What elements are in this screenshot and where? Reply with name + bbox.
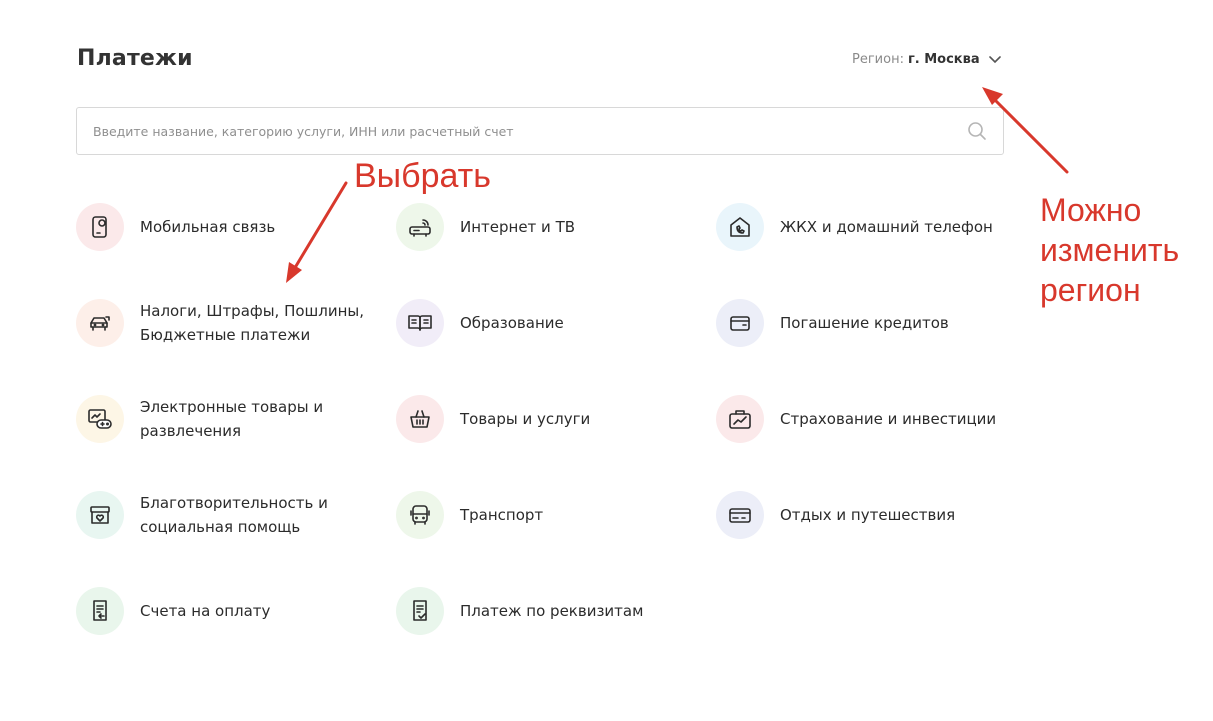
category-loans[interactable]: Погашение кредитов: [716, 299, 949, 347]
mobile-phone-icon: [76, 203, 124, 251]
category-transport[interactable]: Транспорт: [396, 491, 543, 539]
category-label: Отдых и путешествия: [780, 506, 956, 524]
category-education[interactable]: Образование: [396, 299, 564, 347]
category-housing[interactable]: ЖКХ и домашний телефон: [716, 203, 993, 251]
bill-icon: [76, 587, 124, 635]
category-label: Образование: [460, 314, 564, 332]
car-icon: [76, 299, 124, 347]
category-goods-services[interactable]: Товары и услуги: [396, 395, 590, 443]
page-title: Платежи: [77, 46, 193, 71]
house-phone-icon: [716, 203, 764, 251]
ticket-icon: [716, 491, 764, 539]
category-label: Страхование и инвестиции: [780, 410, 997, 428]
region-label: Регион:: [852, 52, 904, 67]
annotation-region-line3: регион: [1040, 272, 1141, 308]
category-travel[interactable]: Отдых и путешествия: [716, 491, 955, 539]
region-selector[interactable]: Регион: г. Москва: [852, 52, 1002, 67]
arrow-to-categories: [286, 181, 348, 283]
annotation-region-line1: Можно: [1040, 192, 1142, 228]
category-internet-tv[interactable]: Интернет и ТВ: [396, 203, 575, 251]
category-label: Погашение кредитов: [780, 314, 949, 332]
category-label: Товары и услуги: [460, 410, 591, 428]
category-digital-goods[interactable]: Электронные товары и развлечения: [76, 395, 380, 443]
category-label: Транспорт: [460, 506, 544, 524]
category-mobile[interactable]: Мобильная связь: [76, 203, 275, 251]
search-box: [76, 107, 1004, 155]
category-payment-by-details[interactable]: Платеж по реквизитам: [396, 587, 643, 635]
category-label: Благотворительность и социальная помощь: [140, 494, 328, 536]
category-label: Интернет и ТВ: [460, 218, 576, 236]
category-label: Налоги, Штрафы, Пошлины, Бюджетные плате…: [140, 302, 365, 344]
category-label: Электронные товары и развлечения: [140, 398, 324, 440]
charity-box-icon: [76, 491, 124, 539]
wallet-icon: [716, 299, 764, 347]
annotation-select: Выбрать: [354, 157, 491, 195]
chevron-down-icon: [988, 53, 1002, 67]
gamepad-icon: [76, 395, 124, 443]
search-input[interactable]: [77, 108, 957, 154]
category-label: Платеж по реквизитам: [460, 602, 644, 620]
bus-icon: [396, 491, 444, 539]
category-label: Мобильная связь: [140, 218, 276, 236]
category-charity[interactable]: Благотворительность и социальная помощь: [76, 491, 380, 539]
category-label: ЖКХ и домашний телефон: [780, 218, 993, 236]
category-label: Счета на оплату: [140, 602, 271, 620]
basket-icon: [396, 395, 444, 443]
annotation-region-line2: изменить: [1040, 232, 1180, 268]
region-value: г. Москва: [907, 52, 980, 67]
router-icon: [396, 203, 444, 251]
document-check-icon: [396, 587, 444, 635]
briefcase-chart-icon: [716, 395, 764, 443]
category-insurance-investments[interactable]: Страхование и инвестиции: [716, 395, 996, 443]
book-icon: [396, 299, 444, 347]
category-taxes-fines[interactable]: Налоги, Штрафы, Пошлины, Бюджетные плате…: [76, 299, 380, 347]
annotation-region: Можно изменить регион: [1040, 190, 1179, 310]
category-bills[interactable]: Счета на оплату: [76, 587, 270, 635]
search-icon[interactable]: [967, 121, 987, 141]
